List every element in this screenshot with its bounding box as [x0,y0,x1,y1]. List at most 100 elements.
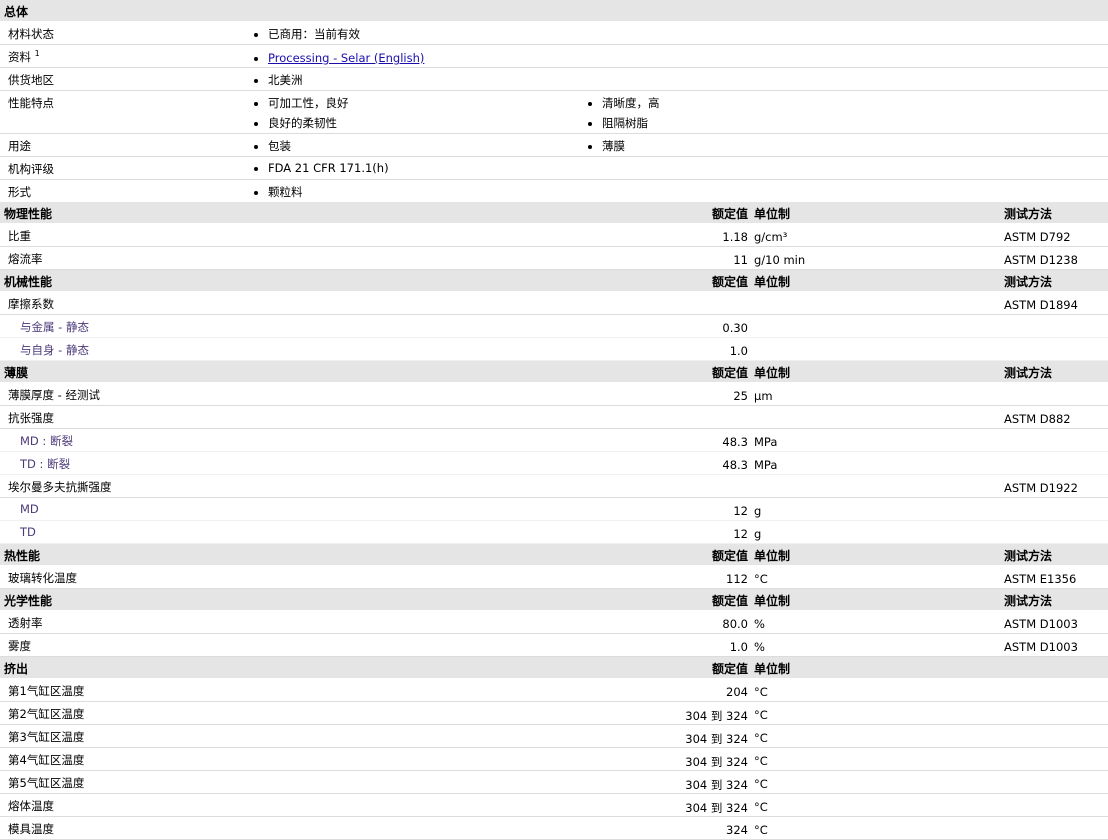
bullet-icon [254,166,258,171]
item-text: 薄膜 [602,139,625,153]
section-title: 总体 [4,5,29,19]
row-value: 48.3 [722,458,748,472]
row-value: 304 到 324 [685,709,748,723]
section-title: 薄膜 [4,366,29,380]
header-unit: 单位制 [754,662,791,676]
table-row: 与金属 - 静态 0.30 [0,315,1108,338]
bullet-icon [254,144,258,149]
section-title: 机械性能 [4,275,53,289]
table-row: 摩擦系数 ASTM D1894 [0,292,1108,315]
row-features: 性能特点 可加工性，良好 清晰度，高 良好的柔韧性 阻隔树脂 [0,91,1108,134]
row-label: 薄膜厚度 - 经测试 [8,388,100,402]
table-row: 第2气缸区温度 304 到 324 °C [0,702,1108,725]
row-unit: °C [754,731,768,745]
header-value: 额定值 [711,207,748,221]
row-value: 25 [733,389,748,403]
header-value: 额定值 [711,366,748,380]
row-unit: % [754,617,765,631]
row-value: 1.0 [729,640,748,654]
footnote-marker: 1 [34,49,40,59]
header-test-method: 测试方法 [1004,594,1053,608]
row-test-method: ASTM D792 [1004,230,1071,244]
row-value: 1.18 [722,230,748,244]
row-supply-region: 供货地区 北美洲 [0,68,1108,91]
row-value: 304 到 324 [685,732,748,746]
row-label: 形式 [8,185,31,199]
table-row: 透射率 80.0% ASTM D1003 [0,611,1108,634]
table-row: 第1气缸区温度 204 °C [0,679,1108,702]
row-test-method: ASTM D1238 [1004,253,1078,267]
table-row: 埃尔曼多夫抗撕强度 ASTM D1922 [0,475,1108,498]
header-value: 额定值 [711,549,748,563]
row-value: 112 [726,572,748,586]
row-unit: °C [754,800,768,814]
row-label: 模具温度 [8,822,54,836]
row-value: 204 [726,685,748,699]
row-unit: g [754,504,762,518]
row-value: 304 到 324 [685,801,748,815]
property-sections: 物理性能 额定值 单位制 测试方法 比重 1.18 g/cm³ ASTM D792 熔流率 11 g… [0,202,1108,840]
table-row: 熔体温度 304 到 324 °C [0,794,1108,817]
row-label: 与金属 - 静态 [20,320,89,334]
section-header-general: 总体 [0,0,1108,22]
row-label: 供货地区 [8,73,54,87]
item-text: 良好的柔韧性 [268,116,337,130]
header-unit: 单位制 [754,594,791,608]
row-label: 埃尔曼多夫抗撕强度 [8,480,112,494]
bullet-icon [254,101,258,106]
row-label: 第1气缸区温度 [8,684,85,698]
row-label: 第3气缸区温度 [8,730,85,744]
table-row: MD 12 g [0,498,1108,521]
table-row: MD : 断裂 48.3 MPa [0,429,1108,452]
row-unit: % [754,640,765,654]
row-unit: MPa [754,458,778,472]
row-unit: °C [754,777,768,791]
header-test-method: 测试方法 [1004,275,1053,289]
table-row: 比重 1.18 g/cm³ ASTM D792 [0,224,1108,247]
header-unit: 单位制 [754,275,791,289]
row-agency-rating: 机构评级 FDA 21 CFR 171.1(h) [0,157,1108,180]
row-uses: 用途 包装 薄膜 [0,134,1108,157]
row-unit: µm [754,389,773,403]
row-value: 12 [733,527,748,541]
item-text: 包装 [268,139,291,153]
processing-link[interactable]: Processing - Selar (English) [268,51,424,65]
row-label: 第4气缸区温度 [8,753,85,767]
item-text: FDA 21 CFR 171.1(h) [268,161,389,175]
row-label: 摩擦系数 [8,297,54,311]
row-label: 材料状态 [8,27,54,41]
row-unit: g/10 min [754,253,806,267]
table-row: 与自身 - 静态 1.0 [0,338,1108,361]
section-header: 挤出 额定值 单位制 [0,657,1108,679]
item-text: 北美洲 [268,73,303,87]
row-label: 雾度 [8,639,31,653]
row-label: TD [20,525,36,539]
bullet-icon [254,190,258,195]
row-label: 比重 [8,229,31,243]
header-test-method: 测试方法 [1004,207,1053,221]
row-label: 机构评级 [8,162,54,176]
section-header: 热性能 额定值 单位制 测试方法 [0,544,1108,566]
table-row: TD : 断裂 48.3 MPa [0,452,1108,475]
section-title: 热性能 [4,549,41,563]
header-unit: 单位制 [754,207,791,221]
row-test-method: ASTM D1003 [1004,617,1078,631]
header-value: 额定值 [711,662,748,676]
section-title: 光学性能 [4,594,53,608]
table-row: 熔流率 11 g/10 min ASTM D1238 [0,247,1108,270]
row-label: 性能特点 [8,96,54,110]
section-title: 物理性能 [4,207,53,221]
row-label: 熔体温度 [8,799,54,813]
row-form: 形式 颗粒料 [0,180,1108,202]
row-label: MD [20,502,39,516]
table-row: 抗张强度 ASTM D882 [0,406,1108,429]
row-value: 48.3 [722,435,748,449]
row-test-method: ASTM D1003 [1004,640,1078,654]
item-text: 清晰度，高 [602,96,660,110]
row-label: 第2气缸区温度 [8,707,85,721]
section-header: 光学性能 额定值 单位制 测试方法 [0,589,1108,611]
row-label: 抗张强度 [8,411,54,425]
row-value: 80.0 [722,617,748,631]
table-row: 薄膜厚度 - 经测试 25 µm [0,383,1108,406]
row-value: 12 [733,504,748,518]
